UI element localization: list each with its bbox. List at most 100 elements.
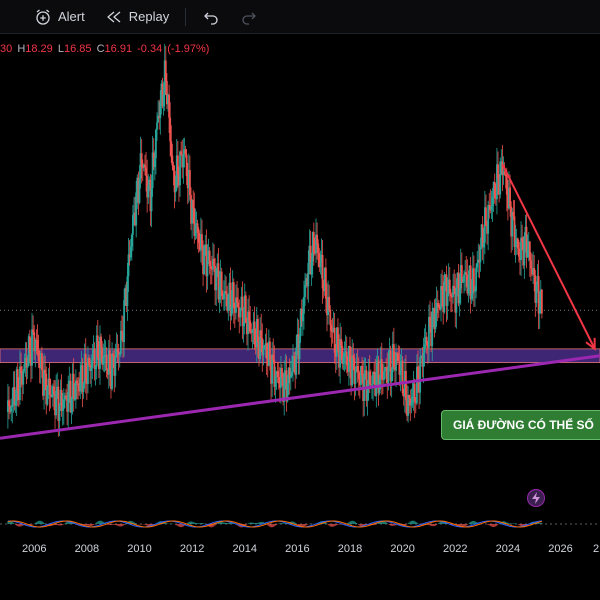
candle-up <box>342 356 345 364</box>
oscillator-bar <box>37 520 40 524</box>
oscillator-bar <box>284 523 286 524</box>
oscillator-bar <box>355 523 358 524</box>
oscillator-bar <box>56 524 58 526</box>
candle-down <box>380 359 383 380</box>
candle-up <box>155 129 157 159</box>
oscillator-bar <box>269 524 271 527</box>
oscillator-bar <box>465 524 467 526</box>
candle-up <box>310 261 313 275</box>
price-chart[interactable] <box>0 34 600 540</box>
candle-up <box>371 384 373 386</box>
candle-up <box>22 370 25 385</box>
oscillator-bar <box>393 524 395 526</box>
candle-up <box>419 357 422 393</box>
oscillator-bar <box>177 524 179 526</box>
oscillator-bar <box>87 524 89 526</box>
annotation-banner[interactable]: GIÁ ĐƯỜNG CÓ THỂ SỐ <box>441 410 600 440</box>
oscillator-bar <box>91 524 93 526</box>
candle-down <box>321 254 324 289</box>
candle-down <box>260 330 263 339</box>
oscillator-bar <box>65 522 67 524</box>
candle-down <box>176 155 179 175</box>
oscillator-bar <box>42 522 44 524</box>
oscillator-bar <box>436 524 438 525</box>
candle-up <box>174 188 177 193</box>
top-toolbar: Alert Replay <box>0 0 600 34</box>
candle-up <box>491 197 494 206</box>
candle-down <box>32 329 35 333</box>
candle-up <box>23 364 26 371</box>
replay-button[interactable]: Replay <box>99 4 175 30</box>
candle-down <box>141 167 144 169</box>
year-tick-label: 2016 <box>285 543 310 555</box>
candle-down <box>76 380 78 384</box>
candle-up <box>67 392 70 412</box>
oscillator-bar <box>256 522 258 524</box>
candle-up <box>446 292 449 306</box>
candle-down <box>37 350 40 362</box>
oscillator-bar <box>192 522 194 524</box>
oscillator-bar <box>359 524 361 526</box>
candle-down <box>329 309 332 325</box>
candle-up <box>102 357 105 365</box>
candle-down <box>509 187 511 207</box>
oscillator-bar <box>214 524 216 526</box>
lightning-icon[interactable] <box>527 489 545 507</box>
redo-button[interactable] <box>234 4 264 30</box>
oscillator-bar <box>97 521 99 524</box>
oscillator-bar <box>358 524 360 525</box>
candle-up <box>34 339 37 352</box>
candle-down <box>448 279 451 294</box>
candle-up <box>14 400 17 406</box>
candle-down <box>533 268 536 276</box>
undo-icon <box>204 12 218 25</box>
candle-down <box>77 383 79 386</box>
candle-down <box>425 336 428 346</box>
oscillator-bar <box>98 520 100 524</box>
oscillator-bar <box>195 523 198 524</box>
oscillator-bar <box>200 523 202 524</box>
candle-up <box>31 329 33 366</box>
candle-down <box>517 248 520 257</box>
oscillator-bar <box>227 522 229 524</box>
oscillator-bar <box>415 521 417 524</box>
oscillator-bar <box>456 524 459 525</box>
time-axis[interactable]: 2006 2008 2010 2012 2014 2016 2018 2020 2022 2024… <box>0 540 600 560</box>
oscillator-bar <box>247 523 249 524</box>
oscillator-bar <box>489 524 491 526</box>
oscillator-bar <box>84 524 86 525</box>
alert-button[interactable]: Alert <box>28 4 91 30</box>
candle-up <box>223 293 225 300</box>
oscillator-bar <box>254 522 256 524</box>
candle-up <box>423 344 426 353</box>
candle-up <box>215 268 218 291</box>
candle-down <box>516 238 519 249</box>
candle-up <box>58 404 61 422</box>
candle-down <box>108 350 111 371</box>
candle-up <box>487 204 490 234</box>
candle-down <box>417 366 419 381</box>
oscillator-bar <box>350 521 352 524</box>
candle-up <box>538 306 541 314</box>
oscillator-bar <box>336 524 338 526</box>
candle-down <box>337 327 339 350</box>
oscillator-bar <box>496 524 498 526</box>
oscillator-bar <box>416 522 418 524</box>
oscillator-bar <box>335 524 337 526</box>
candle-up <box>476 263 479 268</box>
oscillator-bar <box>259 522 261 524</box>
candle-up <box>411 396 414 404</box>
oscillator-bar <box>180 524 182 528</box>
oscillator-bar <box>248 522 250 524</box>
oscillator-bar <box>337 524 339 525</box>
oscillator-bar <box>18 524 20 527</box>
oscillator-bar <box>457 524 460 526</box>
candle-down <box>237 302 240 308</box>
undo-button[interactable] <box>196 4 226 30</box>
oscillator-bar <box>175 524 177 525</box>
oscillator-bar <box>260 521 262 524</box>
oscillator-bar <box>86 524 88 526</box>
oscillator-bar <box>273 524 275 527</box>
candle-up <box>130 234 133 247</box>
candle-down <box>493 181 496 199</box>
